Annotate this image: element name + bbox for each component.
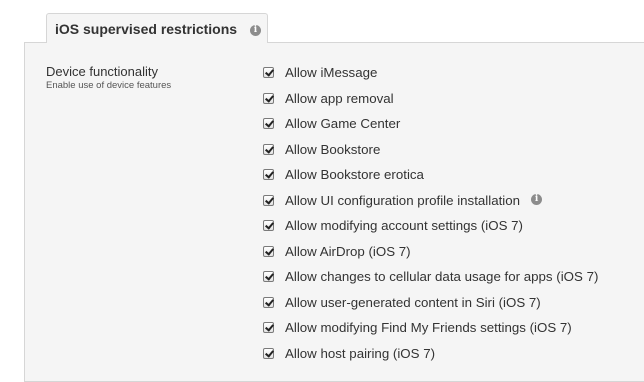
- option-label: Allow app removal: [285, 90, 394, 106]
- option-allow-changes-to-cellular-data-usage[interactable]: Allow changes to cellular data usage for…: [263, 269, 598, 295]
- section-description: Enable use of device features: [46, 80, 172, 91]
- checkbox-allow-modifying-find-my-friends-settings[interactable]: [263, 322, 274, 333]
- checkbox-allow-ui-configuration-profile-installation[interactable]: [263, 194, 274, 206]
- option-allow-app-removal[interactable]: Allow app removal: [263, 91, 598, 117]
- tab-ios-supervised-restrictions[interactable]: iOS supervised restrictions i: [46, 13, 268, 43]
- option-label: Allow AirDrop (iOS 7): [285, 243, 411, 259]
- checkbox-allow-app-removal[interactable]: [263, 92, 274, 104]
- option-label: Allow changes to cellular data usage for…: [285, 269, 599, 284]
- checkbox-allow-user-generated-content-in-siri[interactable]: [263, 296, 274, 308]
- option-allow-modifying-find-my-friends-settings[interactable]: Allow modifying Find My Friends settings…: [263, 320, 598, 346]
- option-label: Allow user-generated content in Siri (iO…: [285, 294, 541, 310]
- checkbox-allow-bookstore[interactable]: [263, 143, 274, 155]
- section-title: Device functionality: [46, 64, 158, 79]
- option-label: Allow iMessage: [285, 65, 378, 80]
- option-label: Allow Bookstore: [285, 141, 381, 157]
- option-label: Allow UI configuration profile installat…: [285, 192, 521, 208]
- checkbox-allow-bookstore-erotica[interactable]: [263, 169, 274, 180]
- option-allow-host-pairing[interactable]: Allow host pairing (iOS 7): [263, 346, 598, 372]
- checkbox-allow-changes-to-cellular-data-usage[interactable]: [263, 271, 274, 282]
- option-allow-airdrop[interactable]: Allow AirDrop (iOS 7): [263, 244, 598, 270]
- checkbox-allow-imessage[interactable]: [263, 67, 274, 78]
- checkbox-allow-modifying-account-settings[interactable]: [263, 220, 274, 231]
- option-label: Allow host pairing (iOS 7): [285, 345, 436, 361]
- option-allow-bookstore-erotica[interactable]: Allow Bookstore erotica: [263, 167, 598, 193]
- option-label: Allow Bookstore erotica: [285, 167, 424, 182]
- option-allow-game-center[interactable]: Allow Game Center: [263, 116, 598, 142]
- option-allow-imessage[interactable]: Allow iMessage: [263, 65, 598, 91]
- tab-title: iOS supervised restrictions: [55, 21, 238, 37]
- checkbox-allow-airdrop[interactable]: [263, 245, 274, 257]
- option-allow-bookstore[interactable]: Allow Bookstore: [263, 142, 598, 168]
- info-icon[interactable]: i: [250, 25, 261, 36]
- option-label: Allow Game Center: [285, 116, 401, 131]
- checkbox-allow-game-center[interactable]: [263, 118, 274, 129]
- option-allow-user-generated-content-in-siri[interactable]: Allow user-generated content in Siri (iO…: [263, 295, 598, 321]
- checkbox-allow-host-pairing[interactable]: [263, 347, 274, 359]
- options-list: Allow iMessage Allow app removal Allow G…: [263, 65, 598, 371]
- option-allow-modifying-account-settings[interactable]: Allow modifying account settings (iOS 7): [263, 218, 598, 244]
- info-icon[interactable]: i: [531, 193, 543, 205]
- option-label: Allow modifying Find My Friends settings…: [285, 320, 572, 335]
- option-allow-ui-configuration-profile-installation[interactable]: Allow UI configuration profile installat…: [263, 193, 598, 219]
- option-label: Allow modifying account settings (iOS 7): [285, 218, 523, 233]
